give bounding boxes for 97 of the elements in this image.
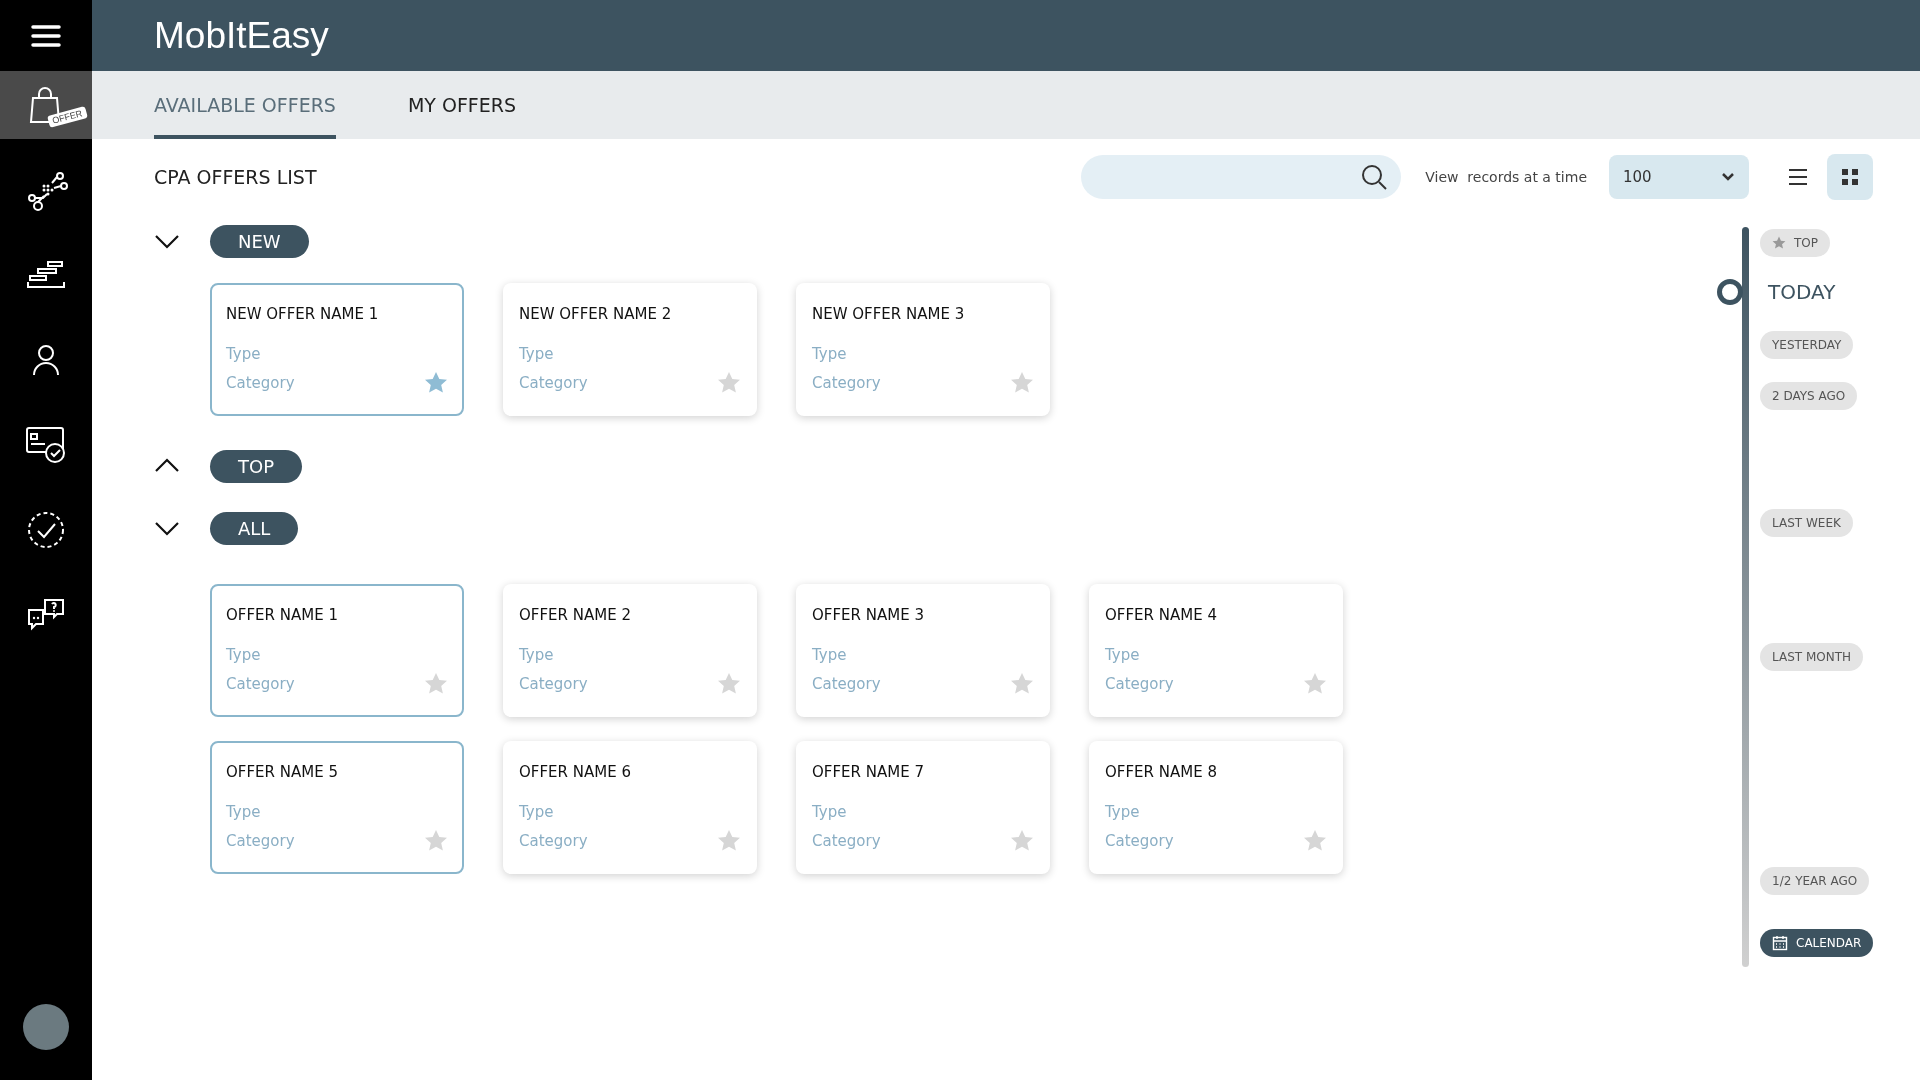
records-label: View records at a time (1425, 169, 1587, 185)
card-check-icon (25, 426, 67, 464)
tab[interactable]: MY OFFERS (407, 71, 517, 139)
period-filter[interactable]: YESTERDAY (1760, 331, 1854, 359)
chevron-down-icon (154, 233, 180, 249)
offer-type: Type (1105, 803, 1141, 821)
bars-icon (26, 260, 66, 290)
star-icon[interactable] (424, 829, 448, 853)
period-filter[interactable]: 2 DAYS AGO (1760, 382, 1858, 410)
chevron-up-icon (154, 458, 180, 474)
offer-category: Category (1105, 675, 1174, 693)
star-icon[interactable] (717, 672, 741, 696)
star-icon[interactable] (1010, 371, 1034, 395)
period-filter[interactable]: 1/2 YEAR AGO (1760, 867, 1870, 895)
collapse-toggle[interactable] (154, 233, 180, 249)
period-filter[interactable]: LAST MONTH (1760, 643, 1864, 671)
offer-type: Type (519, 803, 555, 821)
star-icon[interactable] (1010, 672, 1034, 696)
top-filter-button[interactable]: TOP (1760, 229, 1830, 257)
offer-category: Category (812, 832, 881, 850)
offer-card[interactable]: NEW OFFER NAME 1 Type Category (210, 283, 464, 416)
offer-name: OFFER NAME 8 (1105, 763, 1218, 781)
star-icon[interactable] (424, 371, 448, 395)
offer-name: NEW OFFER NAME 3 (812, 305, 966, 323)
chevron-down-icon (1721, 172, 1735, 182)
app-title: MobItEasy (154, 14, 329, 57)
star-icon[interactable] (717, 829, 741, 853)
collapse-toggle[interactable] (154, 458, 180, 474)
offer-category: Category (1105, 832, 1174, 850)
offer-type: Type (226, 646, 262, 664)
offer-type: Type (812, 803, 848, 821)
user-icon (32, 344, 60, 376)
offer-name: OFFER NAME 4 (1105, 606, 1218, 624)
offer-card[interactable]: OFFER NAME 3 Type Category (796, 584, 1050, 717)
period-filter[interactable]: LAST WEEK (1760, 509, 1853, 537)
offer-card[interactable]: OFFER NAME 1 Type Category (210, 584, 464, 717)
offer-card[interactable]: OFFER NAME 7 Type Category (796, 741, 1050, 874)
offer-name: OFFER NAME 5 (226, 763, 339, 781)
calendar-icon (1772, 935, 1788, 951)
period-filter[interactable]: TODAY (1760, 275, 1844, 309)
section-label: TOP (210, 449, 303, 483)
calendar-button[interactable]: CALENDAR (1760, 929, 1874, 957)
grid-icon (1841, 168, 1859, 186)
menu-icon (31, 23, 61, 48)
offer-category: Category (226, 374, 295, 392)
offer-card[interactable]: OFFER NAME 4 Type Category (1089, 584, 1343, 717)
offer-name: NEW OFFER NAME 1 (226, 305, 380, 323)
offer-card[interactable]: OFFER NAME 2 Type Category (503, 584, 757, 717)
offer-badge: OFFER (47, 106, 88, 128)
offer-name: OFFER NAME 7 (812, 763, 925, 781)
dashed-check-icon (26, 510, 66, 550)
help-chat-icon (27, 598, 65, 632)
tab[interactable]: AVAILABLE OFFERS (154, 71, 336, 139)
offer-type: Type (226, 803, 262, 821)
offer-card[interactable]: OFFER NAME 5 Type Category (210, 741, 464, 874)
offer-card[interactable]: NEW OFFER NAME 3 Type Category (796, 283, 1050, 416)
list-icon (1788, 168, 1808, 186)
records-dropdown[interactable]: 100 (1609, 155, 1749, 199)
offer-name: OFFER NAME 3 (812, 606, 925, 624)
offer-category: Category (226, 675, 295, 693)
offer-type: Type (1105, 646, 1141, 664)
offer-category: Category (519, 675, 588, 693)
section-label: ALL (210, 511, 299, 545)
offer-name: OFFER NAME 6 (519, 763, 632, 781)
offer-type: Type (519, 345, 555, 363)
avatar[interactable] (23, 1004, 69, 1050)
chevron-down-icon (154, 520, 180, 536)
offer-type: Type (812, 345, 848, 363)
offer-card[interactable]: NEW OFFER NAME 2 Type Category (503, 283, 757, 416)
star-icon[interactable] (1303, 829, 1327, 853)
star-icon (1772, 236, 1786, 250)
offer-name: NEW OFFER NAME 2 (519, 305, 673, 323)
search-field[interactable] (1081, 155, 1402, 199)
offer-category: Category (812, 675, 881, 693)
offer-name: OFFER NAME 1 (226, 606, 339, 624)
star-icon[interactable] (424, 672, 448, 696)
star-icon[interactable] (717, 371, 741, 395)
sidebar-item[interactable]: OFFER (0, 71, 92, 139)
offer-type: Type (226, 345, 262, 363)
offer-card[interactable]: OFFER NAME 6 Type Category (503, 741, 757, 874)
grid-view-button[interactable] (1827, 154, 1873, 200)
star-icon[interactable] (1303, 672, 1327, 696)
offer-category: Category (812, 374, 881, 392)
section-label: NEW (210, 224, 309, 258)
offer-type: Type (812, 646, 848, 664)
collapse-toggle[interactable] (154, 520, 180, 536)
offer-card[interactable]: OFFER NAME 8 Type Category (1089, 741, 1343, 874)
search-icon (1361, 164, 1388, 190)
records-value: 100 (1623, 168, 1652, 186)
offer-type: Type (519, 646, 555, 664)
offer-name: OFFER NAME 2 (519, 606, 632, 624)
offer-category: Category (519, 374, 588, 392)
list-title: CPA OFFERS LIST (154, 166, 317, 188)
star-icon[interactable] (1010, 829, 1034, 853)
timeline-knob[interactable] (1717, 279, 1743, 305)
offer-category: Category (226, 832, 295, 850)
offer-category: Category (519, 832, 588, 850)
